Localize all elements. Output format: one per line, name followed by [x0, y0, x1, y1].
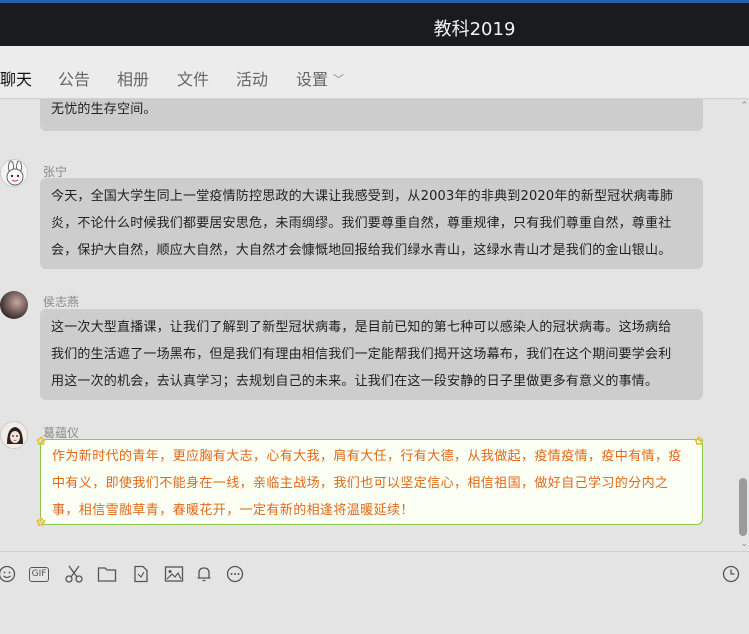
girl-avatar-icon: [7, 427, 23, 444]
message-line: 中有义，即使我们不能身在一线，亲临主战场，我们也可以坚定信心，相信祖国，做好自己…: [52, 476, 669, 491]
avatar[interactable]: [0, 159, 28, 187]
file-icon[interactable]: [130, 563, 152, 585]
tab-album[interactable]: 相册: [117, 66, 149, 90]
tab-activity[interactable]: 活动: [236, 66, 268, 90]
message-bubble: 这一次大型直播课，让我们了解到了新型冠状病毒，是目前已知的第七种可以感染人的冠状…: [40, 309, 703, 400]
tab-announcement[interactable]: 公告: [58, 66, 90, 90]
message-bubble-special: 作为新时代的青年，更应胸有大志，心有大我，肩有大任，行有大德，从我做起，疫情疫情…: [40, 439, 703, 525]
message-line: 用这一次的机会，去认真学习；去规划自己的未来。让我们在这一段安静的日子里做更多有…: [51, 374, 659, 389]
message-line: 炎，不论什么时候我们都要居安思危，未雨绸缪。我们要尊重自然，尊重规律，只有我们尊…: [51, 216, 672, 231]
title-bar: 教科2019: [0, 0, 749, 46]
bell-icon[interactable]: [193, 563, 215, 585]
gif-icon[interactable]: GIF: [27, 563, 51, 585]
avatar[interactable]: [0, 291, 28, 319]
message-input[interactable]: [0, 596, 749, 634]
message-line: 作为新时代的青年，更应胸有大志，心有大我，肩有大任，行有大德，从我做起，疫情疫情…: [52, 449, 682, 464]
more-icon[interactable]: [224, 563, 246, 585]
tab-settings[interactable]: 设置 ﹀: [296, 66, 344, 90]
scroll-down-icon[interactable]: ⌄: [740, 539, 748, 549]
chat-area[interactable]: 无忧的生存空间。 张宁 今天，全国大学生同上一堂疫情防控思政的大课让我感受到，从…: [0, 99, 749, 551]
avatar[interactable]: [0, 421, 28, 449]
flower-decoration-icon: ✿: [36, 434, 47, 448]
emoji-icon[interactable]: [0, 563, 18, 585]
image-icon[interactable]: [163, 563, 185, 585]
tab-chat[interactable]: 聊天: [0, 66, 32, 90]
flower-decoration-icon: ✿: [36, 515, 47, 529]
tab-bar: 聊天 公告 相册 文件 活动 设置 ﹀: [0, 46, 749, 99]
sender-name: 侯志燕: [43, 295, 80, 309]
message-line: 无忧的生存空间。: [51, 102, 157, 117]
rabbit-avatar-icon: [6, 160, 24, 186]
message-bubble: 无忧的生存空间。: [40, 99, 703, 131]
scrollbar-thumb[interactable]: [739, 478, 747, 536]
input-toolbar: GIF: [0, 551, 749, 596]
flower-decoration-icon: ✿: [694, 434, 705, 448]
message-line: 这一次大型直播课，让我们了解到了新型冠状病毒，是目前已知的第七种可以感染人的冠状…: [51, 320, 672, 335]
scissors-icon[interactable]: [63, 563, 85, 585]
message-line: 事，相信雪融草青，春暖花开，一定有新的相逢将温暖延续！: [52, 503, 414, 518]
window-title: 教科2019: [433, 19, 516, 40]
gif-label: GIF: [28, 566, 50, 582]
message-line: 我们的生活遮了一场黑布，但是我们有理由相信我们一定能帮我们揭开这场幕布，我们在这…: [51, 347, 672, 362]
message-bubble: 今天，全国大学生同上一堂疫情防控思政的大课让我感受到，从2003年的非典到202…: [40, 178, 703, 269]
chevron-down-icon: ﹀: [333, 73, 345, 86]
tab-settings-label: 设置: [296, 70, 329, 89]
folder-icon[interactable]: [96, 563, 118, 585]
message-line: 会，保护大自然，顺应大自然，大自然才会慷慨地回报给我们绿水青山，这绿水青山才是我…: [51, 243, 672, 258]
scroll-up-icon[interactable]: ⌃: [740, 101, 748, 111]
message-line: 今天，全国大学生同上一堂疫情防控思政的大课让我感受到，从2003年的非典到202…: [51, 189, 674, 204]
history-icon[interactable]: [720, 563, 742, 585]
tab-files[interactable]: 文件: [177, 66, 209, 90]
